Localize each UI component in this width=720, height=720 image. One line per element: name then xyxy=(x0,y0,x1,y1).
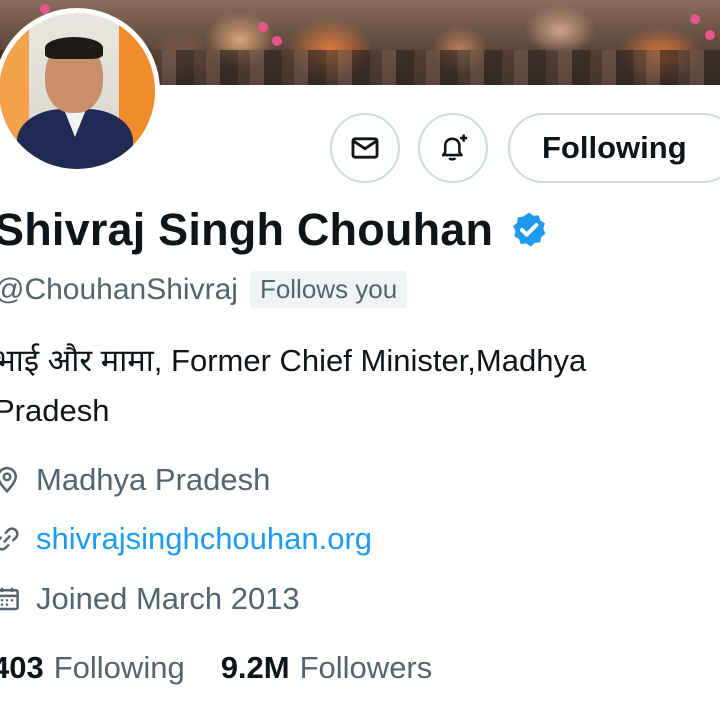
follow-stats: 403 Following 9.2M Followers xyxy=(0,650,432,686)
following-count: 403 xyxy=(0,650,44,685)
profile-bio: भाई और मामा, Former Chief Minister,Madhy… xyxy=(0,343,587,428)
location-row: Madhya Pradesh xyxy=(0,462,270,498)
message-button[interactable] xyxy=(330,113,400,183)
website-row: shivrajsinghchouhan.org xyxy=(0,521,372,557)
followers-label: Followers xyxy=(299,650,433,685)
profile-screen: Following Shivraj Singh Chouhan @Chouhan… xyxy=(0,0,720,720)
followers-stat[interactable]: 9.2M Followers xyxy=(221,650,433,686)
following-label: Following xyxy=(53,650,185,685)
joined-row: Joined March 2013 xyxy=(0,581,300,617)
avatar-photo xyxy=(0,13,155,169)
location-text: Madhya Pradesh xyxy=(36,462,271,497)
link-icon xyxy=(0,527,19,551)
banner-petal xyxy=(272,36,282,46)
display-name: Shivraj Singh Chouhan xyxy=(0,204,494,255)
verified-badge-icon[interactable] xyxy=(509,210,549,250)
follows-you-badge: Follows you xyxy=(249,271,408,308)
following-button[interactable]: Following xyxy=(508,113,720,183)
banner-petal xyxy=(690,14,700,24)
website-link[interactable]: shivrajsinghchouhan.org xyxy=(36,521,372,557)
mail-icon xyxy=(351,137,379,159)
user-handle: @ChouhanShivraj xyxy=(0,272,238,306)
followers-count: 9.2M xyxy=(220,650,290,685)
bell-plus-icon xyxy=(441,134,468,161)
joined-date: Joined March 2013 xyxy=(36,581,300,616)
handle-row: @ChouhanShivraj Follows you xyxy=(0,271,408,308)
banner-petal xyxy=(705,30,715,40)
banner-petal xyxy=(258,22,268,32)
notifications-button[interactable] xyxy=(418,113,488,183)
avatar-hair xyxy=(45,37,103,59)
calendar-icon xyxy=(0,587,19,611)
following-stat[interactable]: 403 Following xyxy=(0,650,185,686)
display-name-row: Shivraj Singh Chouhan xyxy=(0,204,549,256)
profile-avatar[interactable] xyxy=(0,8,160,174)
location-pin-icon xyxy=(0,466,18,494)
